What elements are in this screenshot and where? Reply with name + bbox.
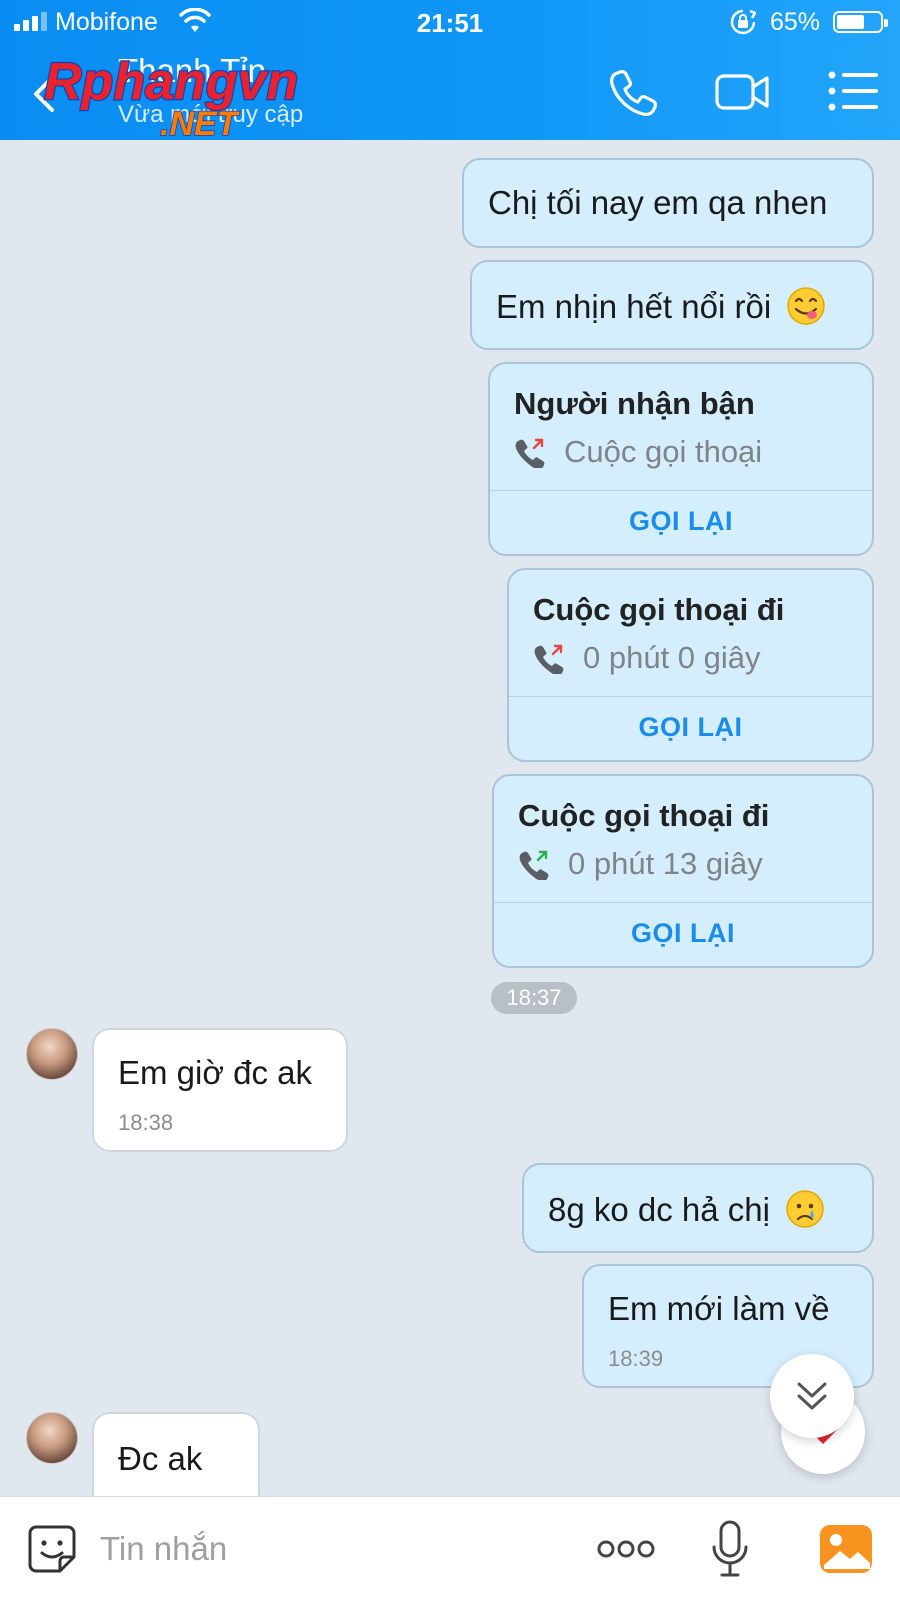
message-bubble-outgoing[interactable]: 8g ko dc hả chị bbox=[522, 1163, 874, 1253]
chevron-left-icon[interactable] bbox=[30, 72, 56, 116]
double-chevron-down-icon bbox=[797, 1382, 827, 1410]
outgoing-call-connected-icon bbox=[519, 850, 549, 880]
list-menu-icon[interactable] bbox=[826, 64, 882, 120]
sticker-smiley-icon[interactable] bbox=[26, 1523, 78, 1575]
status-bar: Mobifone 21:51 65% bbox=[0, 0, 900, 46]
message-group-time: 18:37 bbox=[491, 982, 577, 1014]
message-text: Em nhịn hết nổi rồi bbox=[496, 288, 772, 325]
contact-avatar[interactable] bbox=[26, 1412, 78, 1464]
contact-avatar[interactable] bbox=[26, 1028, 78, 1080]
outgoing-call-icon bbox=[534, 644, 564, 674]
message-text: 8g ko dc hả chị bbox=[548, 1191, 770, 1228]
message-time: 18:39 bbox=[608, 1346, 664, 1371]
status-time: 21:51 bbox=[416, 8, 484, 38]
microphone-icon[interactable] bbox=[710, 1519, 750, 1579]
missed-call-icon bbox=[515, 438, 545, 468]
crying-face-emoji bbox=[786, 1190, 824, 1228]
message-bubble-incoming[interactable]: Đc ak bbox=[92, 1412, 260, 1496]
call-detail: Cuộc gọi thoại bbox=[564, 434, 763, 469]
call-log-card[interactable]: Cuộc gọi thoại đi 0 phút 13 giây GỌI LẠI bbox=[492, 774, 874, 968]
photo-gallery-icon[interactable] bbox=[818, 1521, 874, 1577]
message-bubble-outgoing[interactable]: Em nhịn hết nổi rồi bbox=[470, 260, 874, 350]
message-bubble-incoming[interactable]: Em giờ đc ak 18:38 bbox=[92, 1028, 348, 1152]
message-text: Em mới làm về bbox=[608, 1290, 830, 1327]
call-title: Cuộc gọi thoại đi bbox=[518, 798, 770, 833]
call-back-button[interactable]: GỌI LẠI bbox=[494, 918, 872, 949]
call-title: Cuộc gọi thoại đi bbox=[533, 592, 785, 627]
message-input[interactable] bbox=[100, 1521, 560, 1577]
message-text: Đc ak bbox=[118, 1440, 203, 1477]
message-text: Em giờ đc ak bbox=[118, 1054, 313, 1091]
message-composer bbox=[0, 1496, 900, 1600]
call-back-button[interactable]: GỌI LẠI bbox=[509, 712, 872, 743]
rotation-lock-icon bbox=[730, 9, 756, 35]
call-detail: 0 phút 13 giây bbox=[568, 846, 763, 881]
call-back-button[interactable]: GỌI LẠI bbox=[490, 506, 872, 537]
battery-percent: 65% bbox=[770, 8, 821, 36]
contact-name[interactable]: Thanh Tỉn bbox=[118, 52, 266, 90]
call-log-card[interactable]: Cuộc gọi thoại đi 0 phút 0 giây GỌI LẠI bbox=[507, 568, 874, 762]
phone-icon[interactable] bbox=[606, 64, 662, 120]
scroll-to-bottom-button[interactable] bbox=[770, 1354, 854, 1438]
message-text: Chị tối nay em qa nhen bbox=[488, 184, 828, 221]
chat-messages[interactable]: Chị tối nay em qa nhen Em nhịn hết nổi r… bbox=[0, 140, 900, 1496]
battery-icon bbox=[833, 11, 888, 33]
message-time: 18:38 bbox=[118, 1110, 174, 1135]
call-log-card[interactable]: Người nhận bận Cuộc gọi thoại GỌI LẠI bbox=[488, 362, 874, 556]
call-detail: 0 phút 0 giây bbox=[583, 640, 761, 675]
divider bbox=[509, 696, 872, 697]
chat-header: Mobifone 21:51 65% Thanh Tỉn Vừa mới tru… bbox=[0, 0, 900, 141]
call-title: Người nhận bận bbox=[514, 386, 755, 421]
divider bbox=[490, 490, 872, 491]
contact-last-seen: Vừa mới truy cập bbox=[118, 101, 304, 128]
message-bubble-outgoing[interactable]: Chị tối nay em qa nhen bbox=[462, 158, 874, 248]
yum-face-emoji bbox=[787, 287, 826, 325]
divider bbox=[494, 902, 872, 903]
video-camera-icon[interactable] bbox=[714, 64, 770, 120]
more-options-icon[interactable] bbox=[596, 1527, 656, 1571]
